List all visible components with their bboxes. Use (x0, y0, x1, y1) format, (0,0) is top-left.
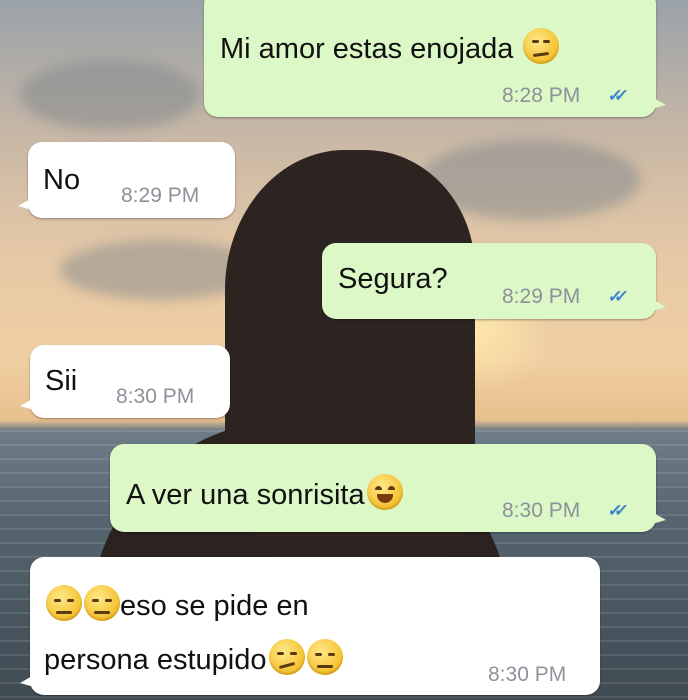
message-bubble-incoming[interactable]: No 8:29 PM (18, 142, 235, 218)
message-text-line-1: eso se pide en (44, 585, 309, 623)
message-timestamp: 8:30 PM (488, 663, 567, 686)
read-receipt-icon: ✓✓ (606, 287, 622, 306)
smirking-face-icon (268, 639, 305, 675)
unamused-face-icon (306, 639, 343, 675)
message-bubble-outgoing[interactable]: Segura? 8:29 PM ✓✓ (322, 243, 666, 319)
read-receipt-icon: ✓✓ (606, 501, 622, 520)
message-text-content: eso se pide en (120, 590, 309, 622)
grinning-squinting-face-icon (366, 474, 403, 510)
message-text-content: persona estupido (44, 644, 267, 676)
wallpaper-cloud (20, 60, 200, 130)
message-text-line-2: persona estupido (44, 639, 343, 677)
message-text: Mi amor estas enojada (220, 28, 560, 66)
unamused-face-icon (84, 585, 120, 621)
message-timestamp: 8:30 PM (502, 499, 581, 522)
message-bubble-incoming[interactable]: Sii 8:30 PM (20, 345, 230, 418)
message-timestamp: 8:28 PM (502, 84, 581, 107)
confused-face-icon (523, 28, 560, 64)
message-text: Sii (45, 365, 78, 397)
message-timestamp: 8:30 PM (116, 385, 195, 408)
read-receipt-icon: ✓✓ (606, 86, 622, 105)
message-bubble-outgoing[interactable]: A ver una sonrisita 8:30 PM ✓✓ (110, 444, 666, 532)
message-timestamp: 8:29 PM (121, 184, 200, 207)
message-bubble-incoming[interactable]: eso se pide en persona estupido 8:30 PM (20, 557, 600, 695)
message-text: No (43, 164, 81, 196)
message-text: A ver una sonrisita (126, 474, 403, 512)
message-text-content: Mi amor estas enojada (220, 33, 514, 65)
message-text-content: A ver una sonrisita (126, 479, 365, 511)
message-text: Segura? (338, 263, 448, 295)
message-bubble-outgoing[interactable]: Mi amor estas enojada 8:28 PM ✓✓ (204, 0, 666, 117)
message-timestamp: 8:29 PM (502, 285, 581, 308)
unamused-face-icon (46, 585, 82, 621)
